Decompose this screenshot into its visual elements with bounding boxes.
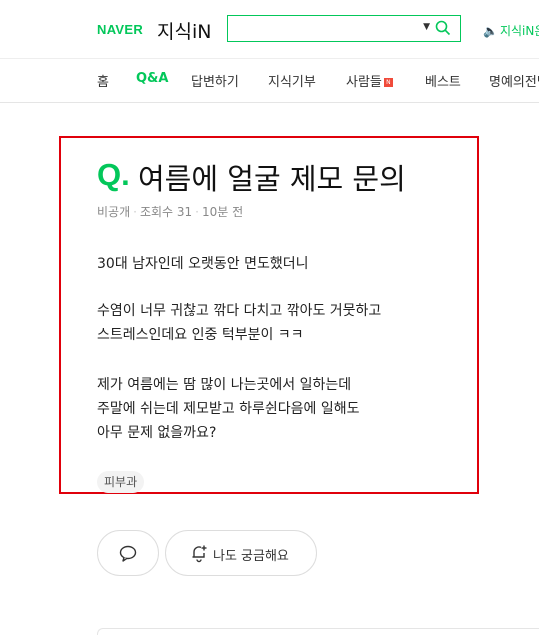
question-mark-label: Q. (97, 157, 130, 192)
header: NAVER 지식iN ▼ 🔈지식iN은 (0, 0, 539, 58)
nav-item-qna[interactable]: Q&A (136, 71, 168, 86)
visibility-status: 비공개 (97, 205, 131, 219)
question-body-line: 제가 여름에는 땀 많이 나는곳에서 일하는데 (97, 377, 352, 393)
post-time: 10분 전 (202, 205, 244, 219)
search-bar: ▼ (227, 15, 461, 42)
view-count: 조회수 31 (139, 205, 193, 219)
question-body-line: 주말에 쉬는데 제모받고 하루쉰다음에 일해도 (97, 401, 360, 417)
promo-link[interactable]: 🔈지식iN은 (483, 22, 539, 39)
me-too-curious-button[interactable]: 나도 궁금해요 (165, 530, 317, 576)
search-input[interactable] (232, 19, 416, 39)
comment-icon (119, 545, 137, 562)
naver-logo[interactable]: NAVER (97, 22, 143, 37)
question-body-line: 스트레스인데요 인중 턱부분이 ㅋㅋ (97, 327, 304, 343)
nav-item-home[interactable]: 홈 (97, 71, 109, 90)
nav-item-best[interactable]: 베스트 (425, 71, 461, 90)
nav-item-people[interactable]: 사람들 N (346, 71, 393, 90)
nav-item-answer[interactable]: 답변하기 (191, 71, 239, 90)
me-too-curious-label: 나도 궁금해요 (213, 549, 289, 564)
question-body-line: 수염이 너무 귀찮고 깎다 다치고 깎아도 거뭇하고 (97, 303, 382, 319)
jisikin-logo[interactable]: 지식iN (157, 17, 211, 44)
comment-button[interactable] (97, 530, 159, 576)
question-body-line: 아무 문제 없을까요? (97, 425, 217, 441)
nav-item-people-label: 사람들 (346, 75, 382, 90)
search-options-caret-icon[interactable]: ▼ (423, 22, 430, 32)
promo-text: 지식iN은 (499, 24, 539, 38)
tag-dermatology[interactable]: 피부과 (97, 471, 145, 493)
search-icon[interactable] (435, 20, 451, 36)
nav-item-donate[interactable]: 지식기부 (268, 71, 316, 90)
new-badge: N (383, 78, 393, 87)
question-body-line: 30대 남자인데 오랫동안 면도했더니 (97, 256, 309, 272)
bell-plus-icon (192, 545, 207, 563)
question-meta: 비공개 · 조회수 31 · 10분 전 (97, 205, 244, 219)
question-title: 여름에 얼굴 제모 문의 (138, 162, 406, 196)
nav-item-hall-of-fame[interactable]: 명예의전당 (489, 71, 539, 90)
speaker-icon: 🔈 (483, 24, 498, 38)
main-nav: 홈 Q&A 답변하기 지식기부 사람들N 베스트 명예의전당 (0, 58, 539, 103)
